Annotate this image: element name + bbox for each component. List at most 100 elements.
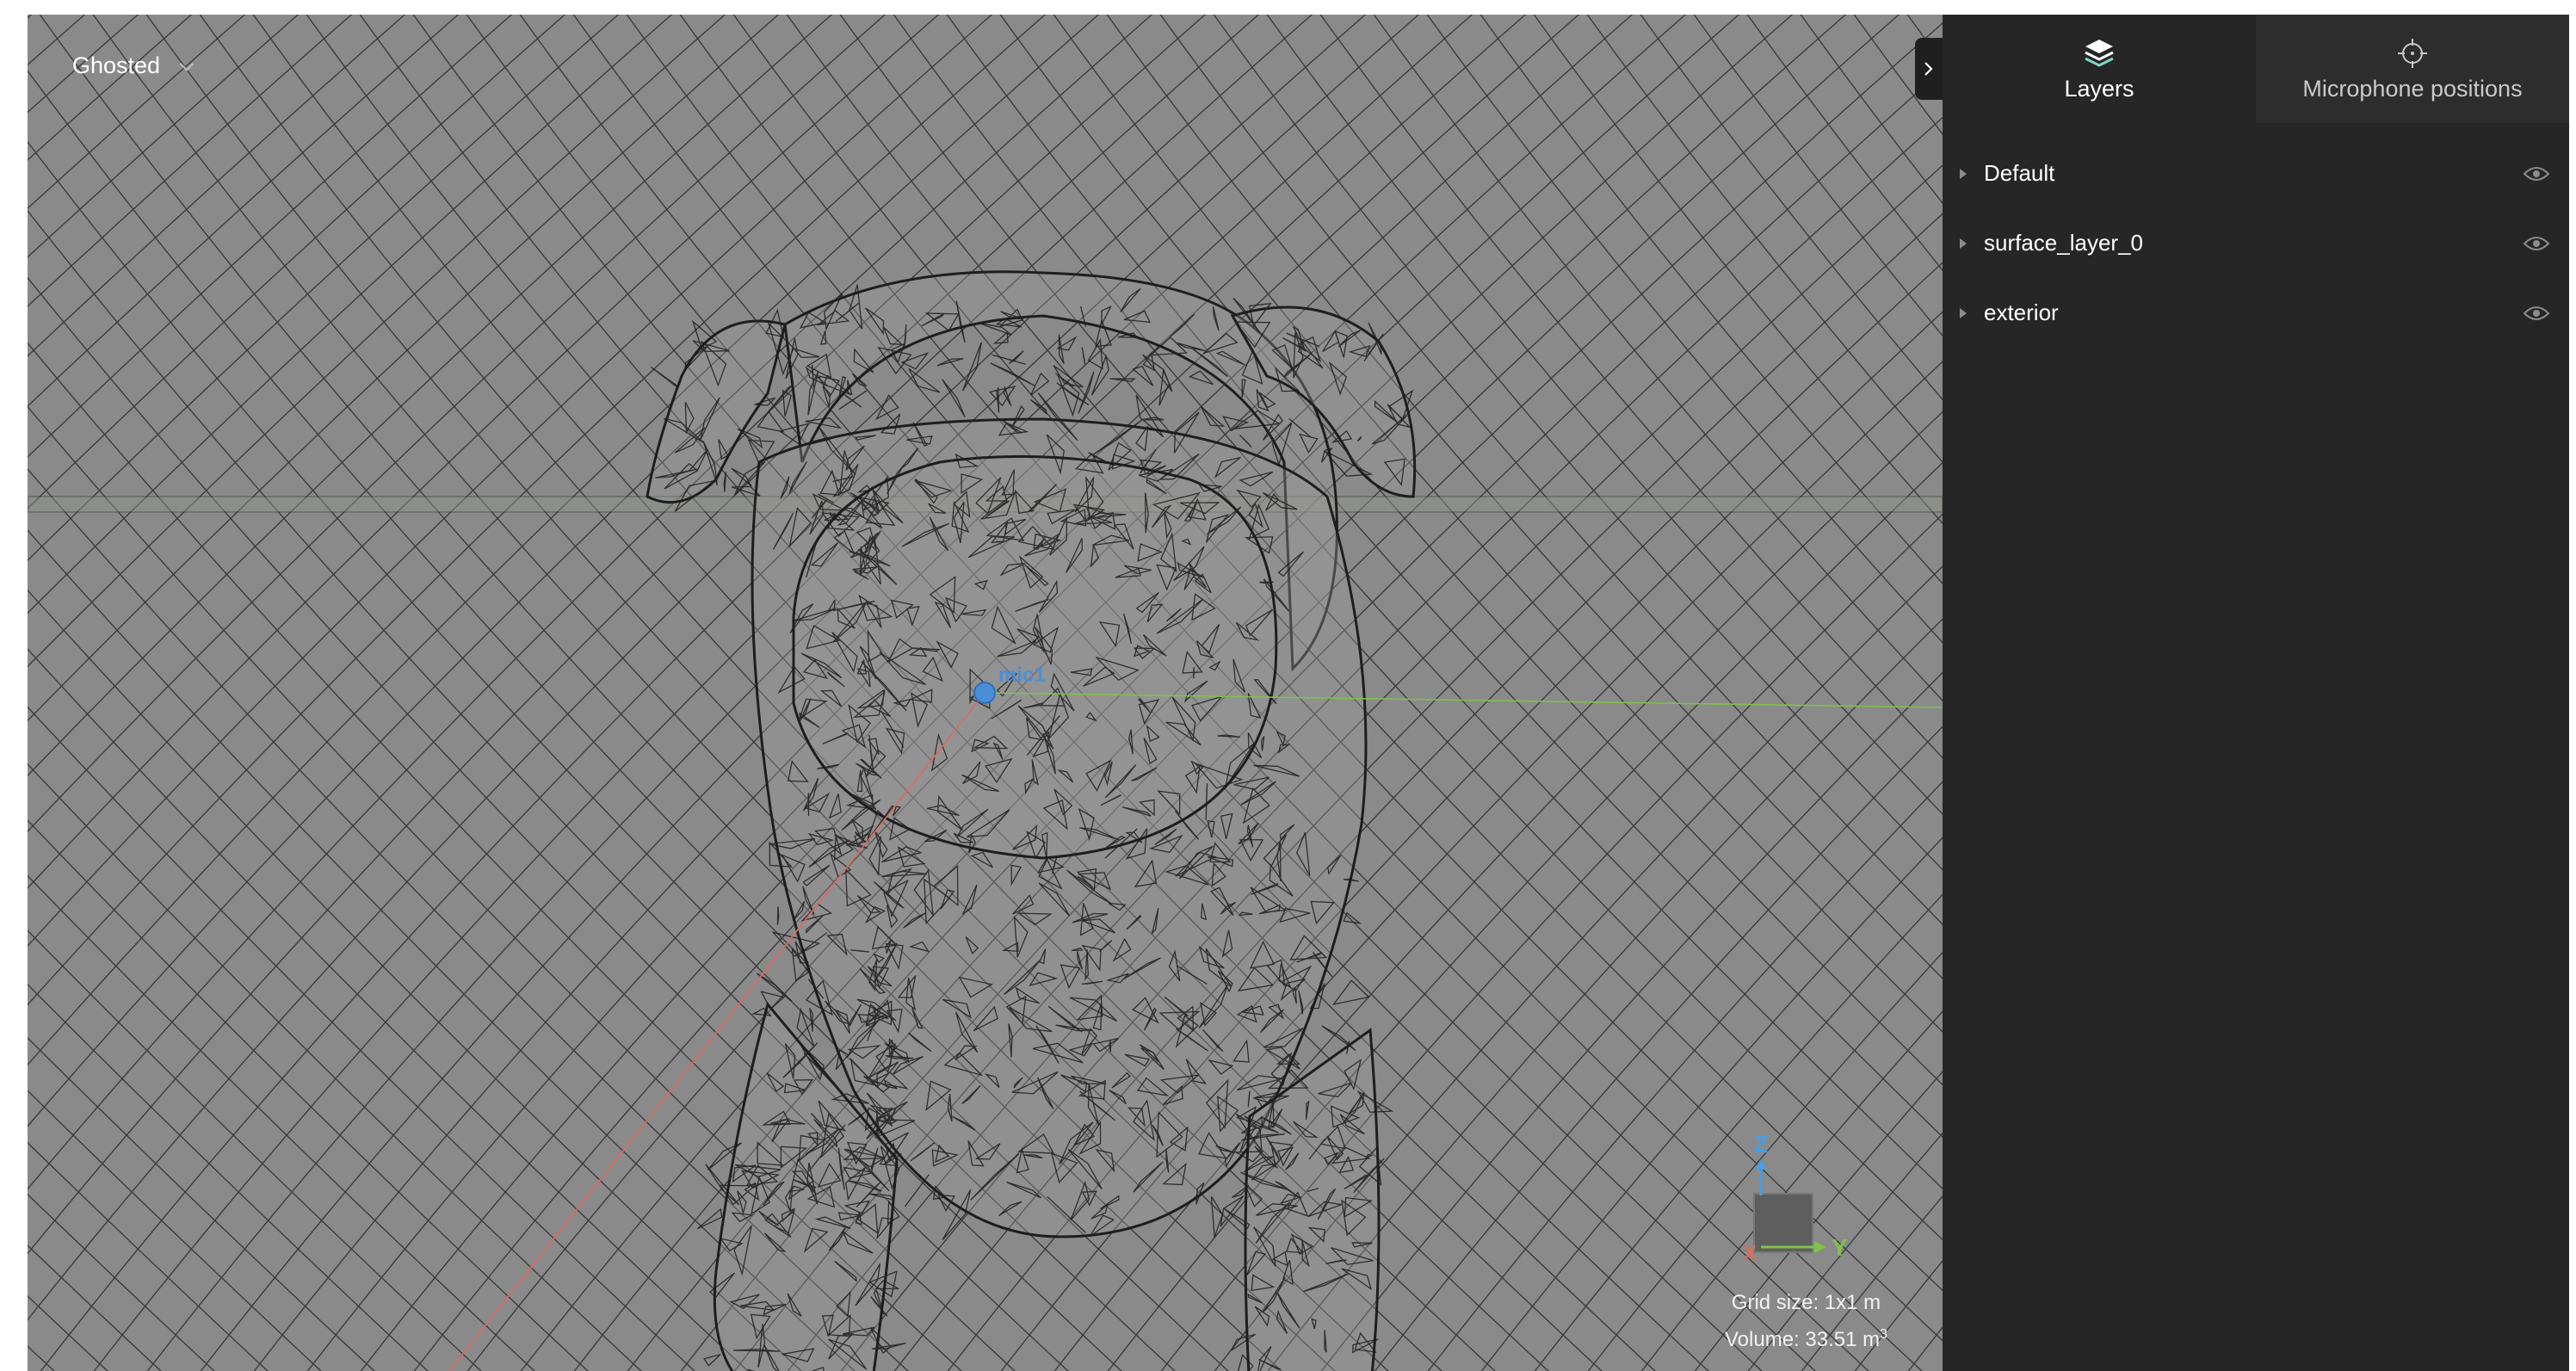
- chevron-right-icon: [1924, 62, 1933, 76]
- grid-line: [28, 15, 780, 722]
- mesh-triangle: [1029, 372, 1050, 396]
- grid-line: [1800, 15, 1943, 205]
- gizmo-y-label: Y: [1832, 1234, 1848, 1261]
- grid-line: [1747, 1132, 1943, 1371]
- gizmo-y-arrow: [1814, 1241, 1826, 1253]
- grid-line: [28, 15, 300, 258]
- layers-list: Default surface_layer_0 exterior: [1943, 123, 2569, 348]
- mesh-triangle: [996, 387, 1000, 413]
- mesh-triangle: [1193, 667, 1195, 679]
- mesh-triangle: [942, 379, 966, 417]
- volume-text: Volume: 33.51 m: [1724, 1328, 1881, 1351]
- mesh-triangle: [1239, 435, 1252, 448]
- grid-line: [28, 15, 726, 668]
- mesh-triangle: [1343, 911, 1362, 924]
- grid-line: [1746, 15, 1943, 272]
- layer-name: Default: [1984, 160, 2055, 186]
- gizmo-x-label: X: [1744, 1242, 1757, 1263]
- grid-line: [28, 706, 695, 1371]
- mesh-triangle: [904, 1174, 930, 1207]
- grid-line: [1533, 15, 1943, 525]
- layer-name: surface_layer_0: [1984, 230, 2143, 256]
- microphone-marker[interactable]: [973, 682, 996, 704]
- grid-line: [1853, 15, 1943, 135]
- mesh-triangle: [756, 973, 793, 1003]
- mesh-triangle: [961, 342, 982, 392]
- grid-line: [28, 15, 139, 114]
- grid-line: [1694, 1071, 1943, 1371]
- mesh-triangle: [1158, 368, 1171, 406]
- expand-caret-icon[interactable]: [1960, 238, 1967, 249]
- volume-unit-exponent: 3: [1880, 1327, 1887, 1342]
- expand-caret-icon[interactable]: [1960, 168, 1967, 179]
- mesh-triangle: [1030, 398, 1047, 415]
- mesh-triangle: [1200, 406, 1226, 427]
- grid-line: [1640, 15, 1943, 401]
- volume-line: Volume: 33.51 m3: [1725, 1319, 1887, 1356]
- mesh-triangle: [723, 472, 727, 492]
- grid-line: [28, 15, 193, 162]
- mesh-triangle: [696, 1207, 723, 1230]
- orientation-gizmo[interactable]: Z Y X: [1744, 1131, 1848, 1263]
- gizmo-z-label: Z: [1753, 1131, 1768, 1158]
- visibility-eye-icon[interactable]: [2523, 164, 2550, 183]
- mesh-triangle: [1142, 354, 1173, 392]
- mesh-triangle: [1331, 979, 1370, 1005]
- dog-wireframe-model[interactable]: [646, 270, 1417, 1371]
- tab-microphone-positions[interactable]: Microphone positions: [2256, 15, 2569, 123]
- mesh-triangle: [908, 367, 941, 393]
- grid-line: [1640, 1010, 1943, 1371]
- tab-microphone-positions-label: Microphone positions: [2302, 75, 2523, 102]
- tab-layers[interactable]: Layers: [1943, 15, 2256, 123]
- mesh-triangle: [703, 1354, 721, 1367]
- grid-line: [1693, 15, 1943, 337]
- layer-row-exterior[interactable]: exterior: [1943, 278, 2569, 348]
- grid-line: [1534, 893, 1943, 1371]
- grid-line: [28, 15, 566, 509]
- mesh-triangle: [776, 906, 780, 925]
- layer-name: exterior: [1984, 300, 2059, 325]
- scene-canvas[interactable]: mic1 Z Y X: [28, 15, 1943, 1371]
- tab-layers-label: Layers: [2064, 75, 2134, 102]
- grid-line: [28, 15, 673, 614]
- layer-row-surface-layer-0[interactable]: surface_layer_0: [1943, 208, 2569, 278]
- mesh-triangle: [1078, 371, 1095, 414]
- side-panel: Layers Microphone positions Default surf…: [1943, 15, 2569, 1371]
- grid-info: Grid size: 1x1 m Volume: 33.51 m3: [1725, 1287, 1887, 1356]
- crosshair-icon: [2398, 38, 2427, 68]
- mesh-triangle: [1132, 365, 1154, 386]
- grid-line: [1373, 15, 1943, 702]
- mesh-triangle: [1210, 1195, 1224, 1238]
- 3d-viewport[interactable]: mic1 Z Y X Ghosted Grid size: 1x1 m Volu…: [28, 15, 1943, 1371]
- gizmo-cube[interactable]: [1753, 1193, 1813, 1253]
- expand-caret-icon[interactable]: [1960, 307, 1967, 318]
- layers-icon: [2085, 39, 2114, 67]
- visibility-eye-icon[interactable]: [2523, 304, 2550, 323]
- panel-tabs: Layers Microphone positions: [1943, 15, 2569, 123]
- grid-line: [1374, 726, 1943, 1371]
- app-root: mic1 Z Y X Ghosted Grid size: 1x1 m Volu…: [0, 0, 2576, 1371]
- collapse-panel-button[interactable]: [1915, 38, 1943, 100]
- layer-row-default[interactable]: Default: [1943, 139, 2569, 208]
- mic-label: mic1: [998, 664, 1046, 687]
- grid-line: [28, 15, 246, 210]
- grid-line: [28, 15, 406, 357]
- visibility-eye-icon[interactable]: [2523, 234, 2550, 253]
- view-mode-dropdown[interactable]: Ghosted: [72, 52, 198, 79]
- mesh-triangle: [1081, 347, 1086, 365]
- mic-sphere[interactable]: [973, 682, 996, 704]
- mesh-triangle: [650, 366, 678, 388]
- grid-line: [28, 15, 86, 66]
- mesh-triangle: [757, 411, 785, 433]
- grid-line: [1801, 1195, 1943, 1371]
- mesh-triangle: [936, 358, 964, 367]
- chevron-down-icon: [179, 62, 195, 71]
- mesh-triangle: [1090, 354, 1109, 396]
- mesh-triangle: [992, 330, 1009, 344]
- grid-line: [28, 1345, 55, 1371]
- grid-line: [28, 589, 802, 1371]
- grid-line: [28, 15, 620, 562]
- mesh-triangle: [989, 386, 1016, 407]
- view-mode-label: Ghosted: [72, 52, 161, 78]
- grid-line: [1854, 1260, 1943, 1371]
